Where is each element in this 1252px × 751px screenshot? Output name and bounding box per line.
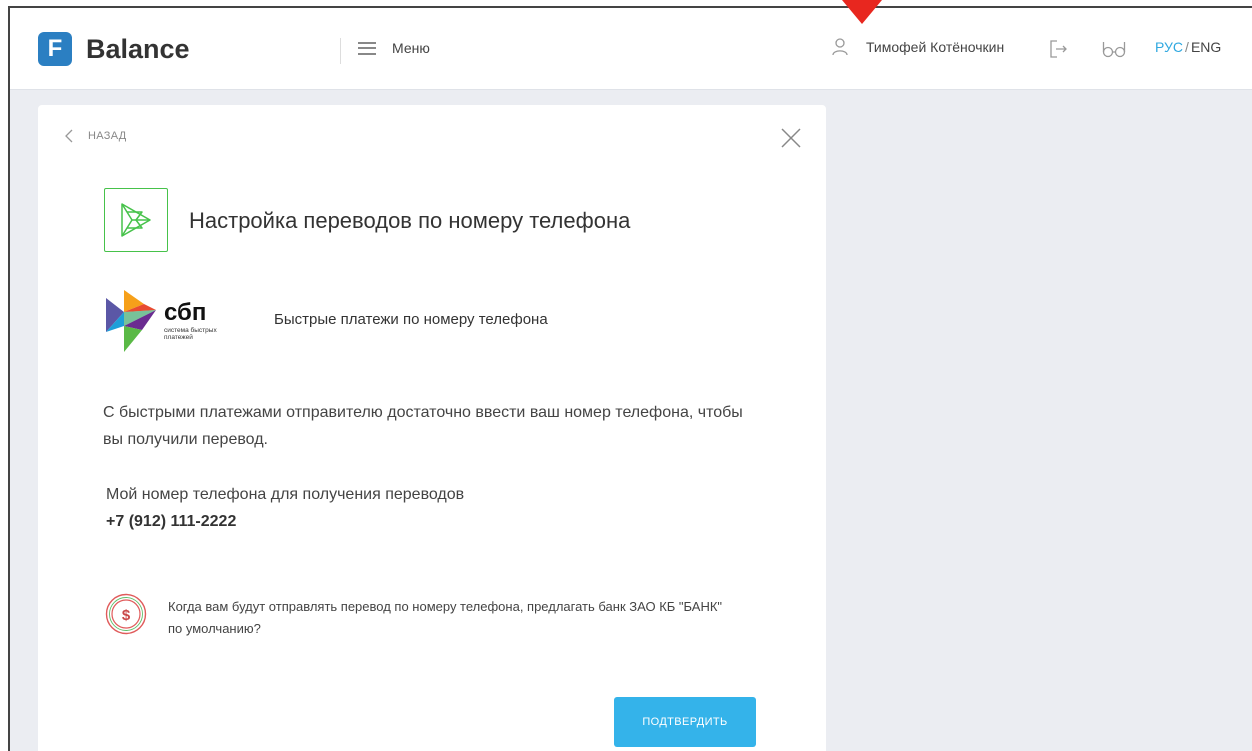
settings-card: НАЗАД Настройка переводов по номеру теле… — [38, 105, 826, 751]
phone-label: Мой номер телефона для получения перевод… — [106, 486, 465, 503]
logo-text: Balance — [86, 33, 190, 64]
sbp-logo-subtext-1: система быстрых — [164, 326, 217, 334]
menu-button[interactable]: Меню — [358, 40, 430, 56]
logo[interactable]: F Balance — [38, 32, 190, 66]
logout-icon[interactable] — [1050, 40, 1068, 58]
description-text: С быстрыми платежами отправителю достато… — [103, 404, 743, 448]
close-icon[interactable] — [780, 127, 802, 149]
lang-separator: / — [1185, 39, 1189, 55]
back-chevron-icon — [65, 129, 73, 143]
menu-label: Меню — [392, 40, 430, 56]
lang-en[interactable]: ENG — [1191, 39, 1221, 55]
annotation-arrow — [842, 0, 882, 24]
sbp-caption: Быстрые платежи по номеру телефона — [274, 311, 548, 328]
svg-text:$: $ — [122, 607, 131, 624]
logo-mark-icon: F — [38, 32, 72, 66]
glasses-icon[interactable] — [1102, 40, 1126, 58]
lang-ru[interactable]: РУС — [1155, 39, 1183, 55]
sbp-logo: сбп система быстрых платежей — [106, 290, 217, 352]
phone-number: +7 (912) 111-2222 — [106, 513, 237, 530]
menu-burger-icon — [358, 41, 376, 55]
user-profile-link[interactable]: Тимофей Котёночкин — [832, 38, 1004, 56]
header-divider — [340, 38, 341, 64]
header: F Balance Меню Тимофей Котёночкин РУС / EN… — [10, 8, 1252, 90]
dollar-coin-icon: $ — [105, 593, 147, 635]
confirm-button[interactable]: ПОДТВЕРДИТЬ — [614, 697, 756, 747]
user-name: Тимофей Котёночкин — [866, 39, 1005, 55]
app-window: F Balance Меню Тимофей Котёночкин РУС / EN… — [8, 6, 1252, 751]
page-title: Настройка переводов по номеру телефона — [189, 208, 631, 233]
sbp-logo-subtext-2: платежей — [164, 333, 193, 341]
sbp-transfer-icon — [104, 188, 168, 252]
default-bank-notice: Когда вам будут отправлять перевод по но… — [168, 599, 723, 636]
sbp-logo-text: сбп — [164, 299, 206, 326]
back-button[interactable]: НАЗАД — [64, 129, 126, 143]
back-label: НАЗАД — [88, 130, 127, 142]
language-switcher: РУС / ENG — [1155, 39, 1221, 55]
user-icon — [832, 38, 848, 56]
